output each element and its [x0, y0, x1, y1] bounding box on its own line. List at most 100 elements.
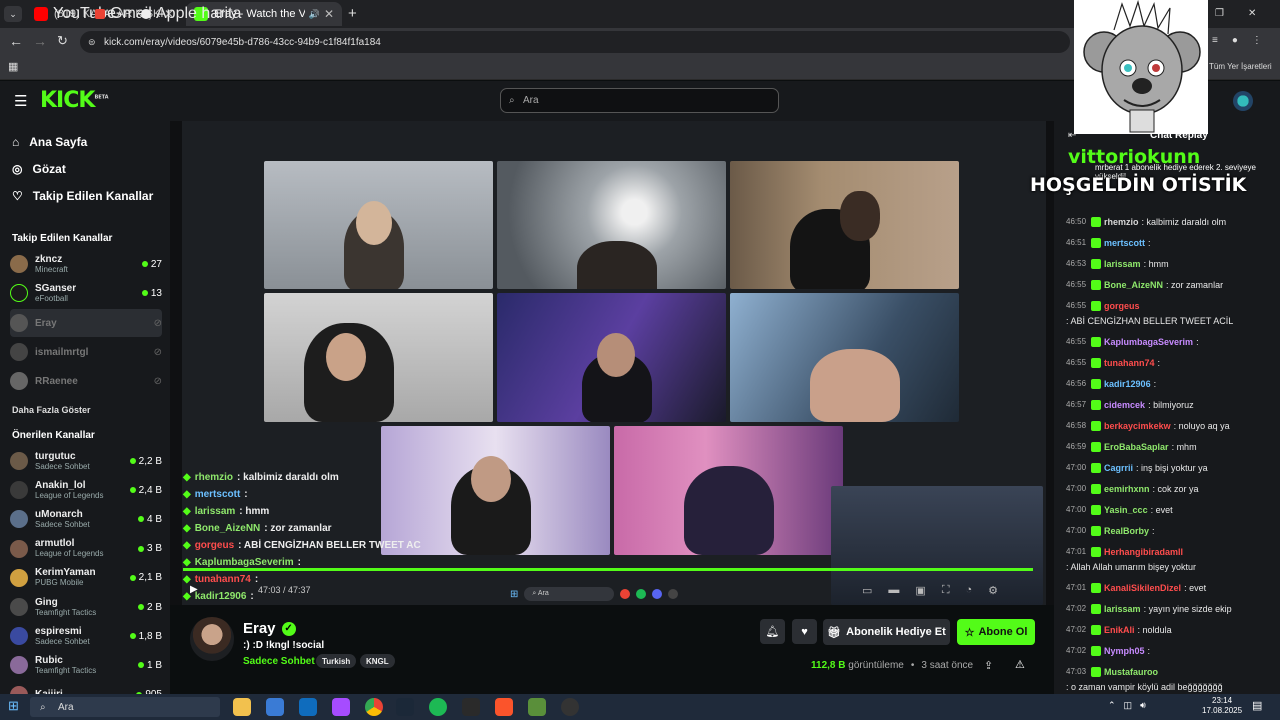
- sidebar-recommended-channel[interactable]: KerimYaman PUBG Mobile 2,1 B: [10, 564, 162, 592]
- chat-message[interactable]: 46:53 larissam: hmm: [1066, 258, 1272, 270]
- chat-message[interactable]: 46:50 rhemzio: kalbimiz daraldı olm: [1066, 216, 1272, 228]
- chat-username[interactable]: cidemcek: [1104, 399, 1145, 411]
- chrome-icon[interactable]: [365, 698, 383, 716]
- brave-icon[interactable]: [495, 698, 513, 716]
- clip-icon[interactable]: ▬: [888, 584, 899, 597]
- category-link[interactable]: Sadece Sohbet: [243, 656, 315, 667]
- notification-button[interactable]: 🔔︎: [760, 619, 785, 644]
- nav-following[interactable]: ♡ Takip Edilen Kanallar: [12, 189, 153, 203]
- chat-message[interactable]: 47:00 Cagrrii: inş bişi yoktur ya: [1066, 462, 1272, 474]
- kick-logo[interactable]: KICKBETA: [40, 88, 109, 113]
- sidebar-channel[interactable]: SGanser eFootball 13: [10, 279, 162, 307]
- chat-message[interactable]: 46:55 Bone_AizeNN: zor zamanlar: [1066, 279, 1272, 291]
- sidebar-recommended-channel[interactable]: Rubic Teamfight Tactics 1 B: [10, 651, 162, 679]
- chevron-up-icon[interactable]: ⌃: [1108, 700, 1116, 711]
- notification-center-icon[interactable]: ▤: [1252, 699, 1262, 712]
- site-info-icon[interactable]: ⊜: [88, 37, 96, 48]
- nav-browse[interactable]: ◎ Gözat: [12, 162, 66, 176]
- speaker-icon[interactable]: 🔊: [309, 9, 320, 20]
- clock[interactable]: 23:14 17.08.2025: [1202, 696, 1242, 716]
- sidebar-channel[interactable]: zkncz Minecraft 27: [10, 250, 162, 278]
- chat-message[interactable]: 46:55 tunahann74:: [1066, 357, 1272, 369]
- restore-icon[interactable]: ❐: [1215, 8, 1224, 19]
- reload-icon[interactable]: ↻: [57, 33, 68, 49]
- chat-username[interactable]: Mustafauroo: [1104, 666, 1158, 678]
- chat-message[interactable]: 47:01 Herhangibiradamll: Allah Allah umar…: [1066, 546, 1272, 573]
- search-input[interactable]: ⌕ Ara: [500, 88, 779, 113]
- chat-message[interactable]: 46:59 EroBabaSaplar: mhm: [1066, 441, 1272, 453]
- chat-username[interactable]: larissam: [1104, 603, 1141, 615]
- new-tab-button[interactable]: +: [348, 5, 357, 22]
- minecraft-icon[interactable]: [528, 698, 546, 716]
- epic-games-icon[interactable]: [462, 698, 480, 716]
- share-icon[interactable]: ⇪: [984, 659, 993, 672]
- tag-turkish[interactable]: Turkish: [316, 654, 357, 668]
- apps-grid-icon[interactable]: ▦: [8, 60, 18, 73]
- sidebar-channel-active[interactable]: Eray ⊘: [10, 309, 162, 337]
- fullscreen-icon[interactable]: ⛶: [942, 584, 950, 597]
- gift-subscription-button[interactable]: 🎁︎ Abonelik Hediye Et: [823, 619, 950, 645]
- file-explorer-icon[interactable]: [233, 698, 251, 716]
- hamburger-icon[interactable]: ☰: [14, 92, 27, 110]
- chat-username[interactable]: KaplumbagaSeverim: [1104, 336, 1193, 348]
- chat-message[interactable]: 46:55 KaplumbagaSeverim:: [1066, 336, 1272, 348]
- chat-username[interactable]: tunahann74: [1104, 357, 1155, 369]
- chat-username[interactable]: KanaliSikilenDizel: [1104, 582, 1181, 594]
- tag-kngl[interactable]: KNGL: [360, 654, 395, 668]
- sidebar-channel[interactable]: ismailmrtgl ⊘: [10, 338, 162, 366]
- follow-button[interactable]: ♥: [792, 619, 817, 644]
- chat-username[interactable]: EroBabaSaplar: [1104, 441, 1169, 453]
- chat-username[interactable]: Bone_AizeNN: [1104, 279, 1163, 291]
- speed-icon[interactable]: ◔: [966, 584, 973, 597]
- volume-icon[interactable]: 🔊︎: [1140, 700, 1146, 711]
- sidebar-recommended-channel[interactable]: uMonarch Sadece Sohbet 4 B: [10, 505, 162, 533]
- menu-icon[interactable]: ⋮: [1252, 35, 1262, 46]
- user-avatar[interactable]: [1233, 91, 1253, 111]
- chat-username[interactable]: eemirhxnn: [1104, 483, 1150, 495]
- chat-message[interactable]: 47:00 Yasin_ccc: evet: [1066, 504, 1272, 516]
- chat-username[interactable]: larissam: [1104, 258, 1141, 270]
- chat-username[interactable]: berkaycimkekw: [1104, 420, 1171, 432]
- chat-message[interactable]: 47:00 RealBorby:: [1066, 525, 1272, 537]
- show-more-link[interactable]: Daha Fazla Göster: [12, 405, 91, 415]
- close-window-icon[interactable]: ✕: [1248, 8, 1256, 19]
- streamer-name[interactable]: Eray: [243, 620, 276, 637]
- store-icon[interactable]: [266, 698, 284, 716]
- spotify-icon[interactable]: [429, 698, 447, 716]
- theater-icon[interactable]: ▣: [915, 584, 925, 597]
- chat-message[interactable]: 46:56 kadir12906:: [1066, 378, 1272, 390]
- chat-username[interactable]: gorgeus: [1104, 300, 1140, 312]
- chat-message[interactable]: 46:57 cidemcek: bilmiyoruz: [1066, 399, 1272, 411]
- subscribe-button[interactable]: ☆ Abone Ol: [957, 619, 1035, 645]
- chat-message[interactable]: 46:58 berkaycimkekw: noluyo aq ya: [1066, 420, 1272, 432]
- chat-username[interactable]: Herhangibiradamll: [1104, 546, 1183, 558]
- url-bar[interactable]: ⊜ kick.com/eray/videos/6079e45b-d786-43c…: [80, 31, 1070, 53]
- chat-message[interactable]: 46:55 gorgeus: ABİ CENGİZHAN BELLER TWEET…: [1066, 300, 1272, 327]
- nav-home[interactable]: ⌂ Ana Sayfa: [12, 135, 87, 149]
- back-icon[interactable]: ←: [9, 33, 23, 49]
- chat-message[interactable]: 47:02 larissam: yayın yine sizde ekip: [1066, 603, 1272, 615]
- report-icon[interactable]: ⚠: [1015, 658, 1025, 671]
- messenger-icon[interactable]: [332, 698, 350, 716]
- taskbar-search[interactable]: ⌕ Ara: [30, 697, 220, 717]
- sidebar-recommended-channel[interactable]: espiresmi Sadece Sohbet 1,8 B: [10, 622, 162, 650]
- sidebar-recommended-channel[interactable]: Anakin_lol League of Legends 2,4 B: [10, 476, 162, 504]
- chat-username[interactable]: Nymph05: [1104, 645, 1145, 657]
- chat-username[interactable]: Cagrrii: [1104, 462, 1133, 474]
- chat-username[interactable]: kadir12906: [1104, 378, 1151, 390]
- sidebar-recommended-channel[interactable]: Ging Teamfight Tactics 2 B: [10, 593, 162, 621]
- progress-bar[interactable]: [183, 568, 1033, 571]
- network-icon[interactable]: ◫: [1124, 700, 1133, 711]
- sidebar-recommended-channel[interactable]: armutlol League of Legends 3 B: [10, 535, 162, 563]
- chat-username[interactable]: RealBorby: [1104, 525, 1149, 537]
- settings-icon[interactable]: ⚙: [988, 584, 998, 597]
- chat-username[interactable]: Yasin_ccc: [1104, 504, 1148, 516]
- chat-message[interactable]: 46:51 mertscott:: [1066, 237, 1272, 249]
- chat-username[interactable]: rhemzio: [1104, 216, 1139, 228]
- chat-message[interactable]: 47:00 eemirhxnn: cok zor ya: [1066, 483, 1272, 495]
- chat-message[interactable]: 47:03 Mustafauroo: o zaman vampir köylü a…: [1066, 666, 1272, 693]
- forward-icon[interactable]: →: [33, 33, 47, 49]
- all-bookmarks-link[interactable]: Tüm Yer İşaretleri: [1209, 62, 1272, 71]
- bookmark-apple-maps[interactable]: Apple harita: [141, 5, 241, 23]
- obs-icon[interactable]: [561, 698, 579, 716]
